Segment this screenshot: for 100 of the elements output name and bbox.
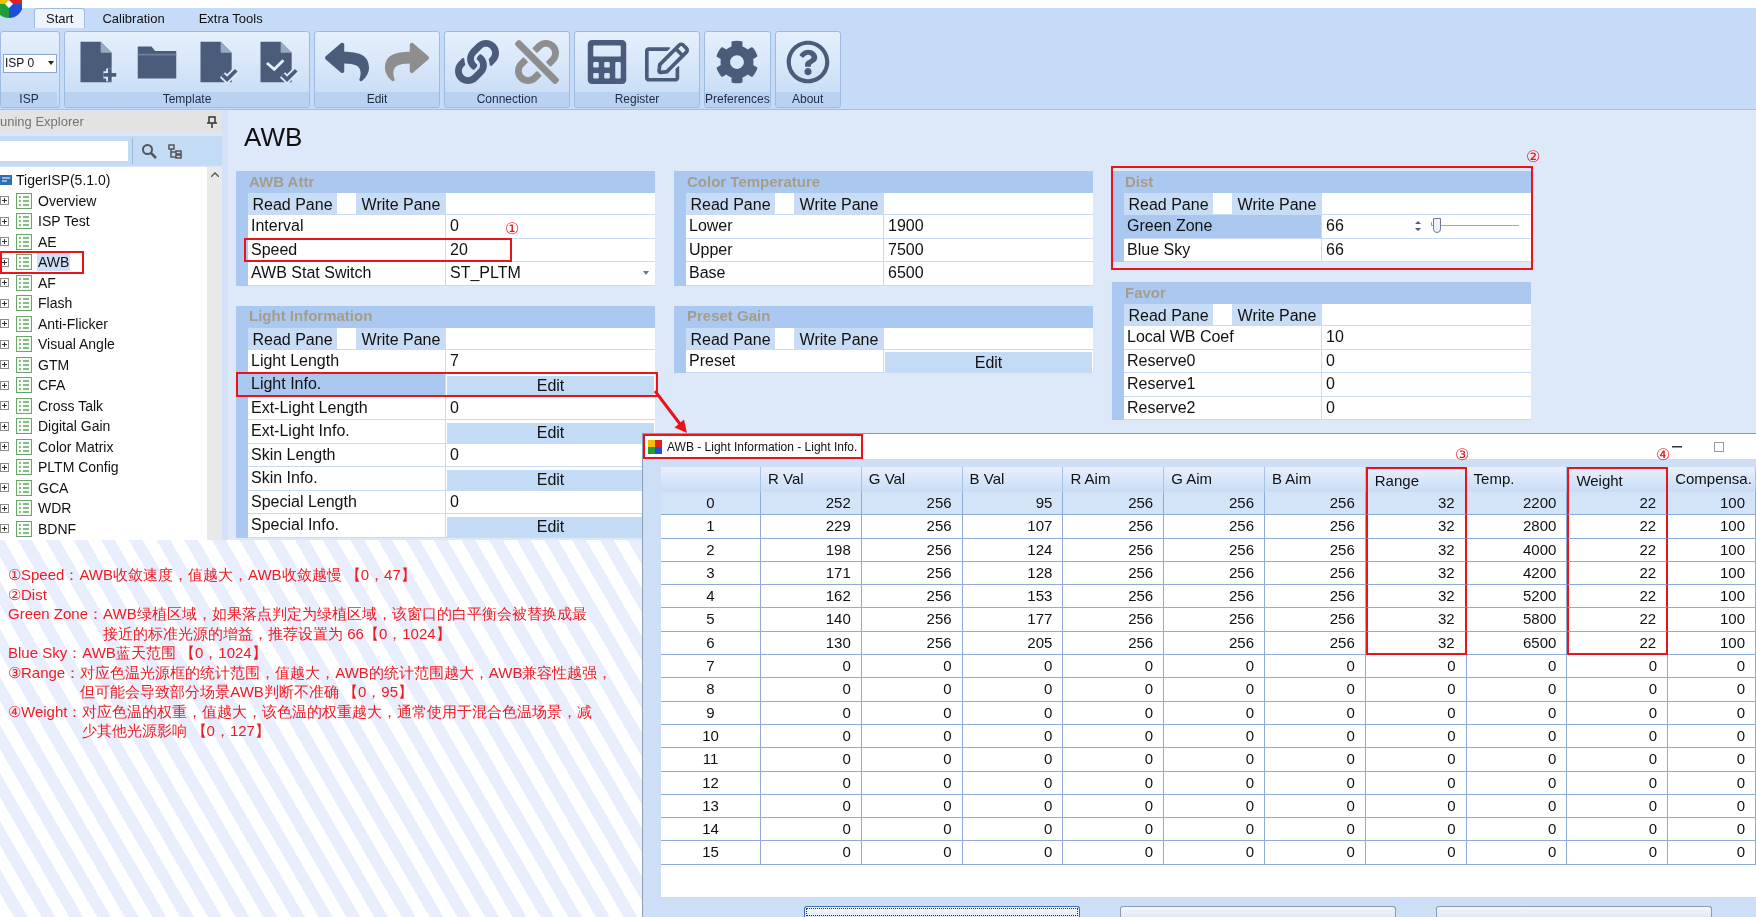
edit-button[interactable]: Edit [447,422,654,444]
pane-button[interactable]: Write Pane [794,327,884,349]
callout-number: ② [1526,148,1540,165]
table-cell: 22 [1567,538,1669,562]
pane-button[interactable]: Write Pane [1232,304,1322,325]
table-cell: 2200 [1466,492,1568,516]
expand-icon[interactable] [0,196,9,206]
edit-button[interactable]: Edit [447,375,654,397]
pane-button[interactable]: Read Pane [1124,304,1213,325]
pane-button[interactable]: Read Pane [1124,193,1213,214]
list-icon [16,274,32,291]
table-cell: 0 [1063,771,1165,795]
expand-icon[interactable] [0,524,9,534]
slider-thumb[interactable] [1432,218,1441,234]
tree-view-icon[interactable] [167,143,183,159]
ribbon-tab[interactable]: Start [34,8,86,28]
calculator-icon [585,40,629,84]
value-field[interactable]: 6500 [884,262,1093,285]
pane-button[interactable]: Read Pane [248,327,337,349]
table-cell: 100 [1668,608,1756,632]
pane-button[interactable]: Read Pane [686,193,775,214]
value-field[interactable]: 0 [1322,396,1531,419]
table-cell: 32 [1365,492,1467,516]
value-field[interactable]: 7 [446,349,655,372]
table-cell: 256 [1063,561,1165,586]
table-cell: 0 [1365,841,1467,865]
pane-button[interactable]: Write Pane [356,193,446,214]
tree-item[interactable]: PLTM Config [37,458,120,477]
table-cell: 0 [962,818,1064,842]
value-field[interactable]: 7500 [884,238,1093,261]
table-cell: 0 [1164,701,1265,725]
expand-icon[interactable] [0,421,9,431]
pane-button[interactable]: Write Pane [356,327,446,349]
table-cell: 22 [1567,608,1669,632]
group-label: Register [575,92,699,107]
expand-icon[interactable] [0,257,9,267]
expand-icon[interactable] [0,278,9,288]
expand-icon[interactable] [0,216,9,226]
scrollbar[interactable] [207,167,222,540]
expand-icon[interactable] [0,339,9,349]
pane-button[interactable]: Read Pane [248,193,337,214]
dialog-button[interactable] [804,906,1080,917]
table-cell: 0 [861,841,963,865]
isp-dropdown[interactable]: ISP 0 [3,53,57,73]
edit-button[interactable]: Edit [885,352,1092,373]
ribbon-tab[interactable]: Calibration [85,8,182,28]
expand-icon[interactable] [0,503,9,513]
caret-icon [48,61,54,65]
expand-icon[interactable] [0,401,9,411]
pane-button[interactable]: Write Pane [794,193,884,214]
row-header: 3 [661,561,761,586]
tree-item[interactable]: Visual Angle [37,335,116,354]
property-label: Upper [686,238,884,261]
value-field[interactable]: 0 [1322,349,1531,372]
tree-item[interactable]: Digital Gain [37,417,112,436]
value-field[interactable]: 0 [446,396,655,419]
table-cell: 32 [1365,515,1467,539]
pane-button[interactable]: Read Pane [686,327,775,349]
dropdown[interactable]: ST_PLTM [446,262,655,285]
value-field[interactable]: 0 [1322,373,1531,396]
row-header: 7 [661,655,761,679]
pin-icon [207,115,217,128]
search-field[interactable] [0,141,128,161]
table-cell: 256 [1164,515,1265,539]
expand-icon[interactable] [0,483,9,493]
spinner-icon[interactable] [1414,219,1422,234]
value-field[interactable]: 1900 [884,215,1093,238]
maximize-icon[interactable] [1714,441,1724,452]
expand-icon[interactable] [0,319,9,329]
expand-icon[interactable] [0,442,9,452]
table-cell: 0 [1164,748,1265,772]
expand-icon[interactable] [0,298,9,308]
tree-item[interactable]: AWB [37,253,71,272]
value-field[interactable]: 10 [1322,326,1531,349]
table-cell: 107 [962,515,1064,539]
property-label: Interval [248,215,446,238]
table-cell: 0 [1668,724,1756,749]
table-cell: 0 [1063,724,1165,749]
table-cell: 0 [1063,818,1165,842]
property-label: AWB Stat Switch [248,262,446,285]
pane-button[interactable]: Write Pane [1232,193,1322,214]
table-cell: 256 [1063,585,1165,609]
row-header: 5 [661,608,761,632]
list-icon [16,192,32,209]
note-text: 接近的标准光源的增益，推荐设置为 66【0，1024】 [103,623,452,643]
expand-icon[interactable] [0,237,9,247]
slider-track[interactable] [1431,218,1519,235]
ribbon-tab[interactable]: Extra Tools [181,8,280,28]
table-cell: 0 [1567,678,1669,702]
value-field[interactable]: 66 [1322,238,1531,261]
expand-icon[interactable] [0,380,9,390]
expand-icon[interactable] [0,462,9,472]
expand-icon[interactable] [0,360,9,370]
table-cell: 2800 [1466,515,1568,539]
search-icon[interactable] [141,143,157,159]
tree-item[interactable]: TigerISP(5.1.0) [16,169,111,191]
minimize-icon[interactable] [1672,445,1682,448]
table-cell: 0 [1164,841,1265,865]
table-cell: 256 [1164,492,1265,516]
group-label: Connection [445,92,569,107]
